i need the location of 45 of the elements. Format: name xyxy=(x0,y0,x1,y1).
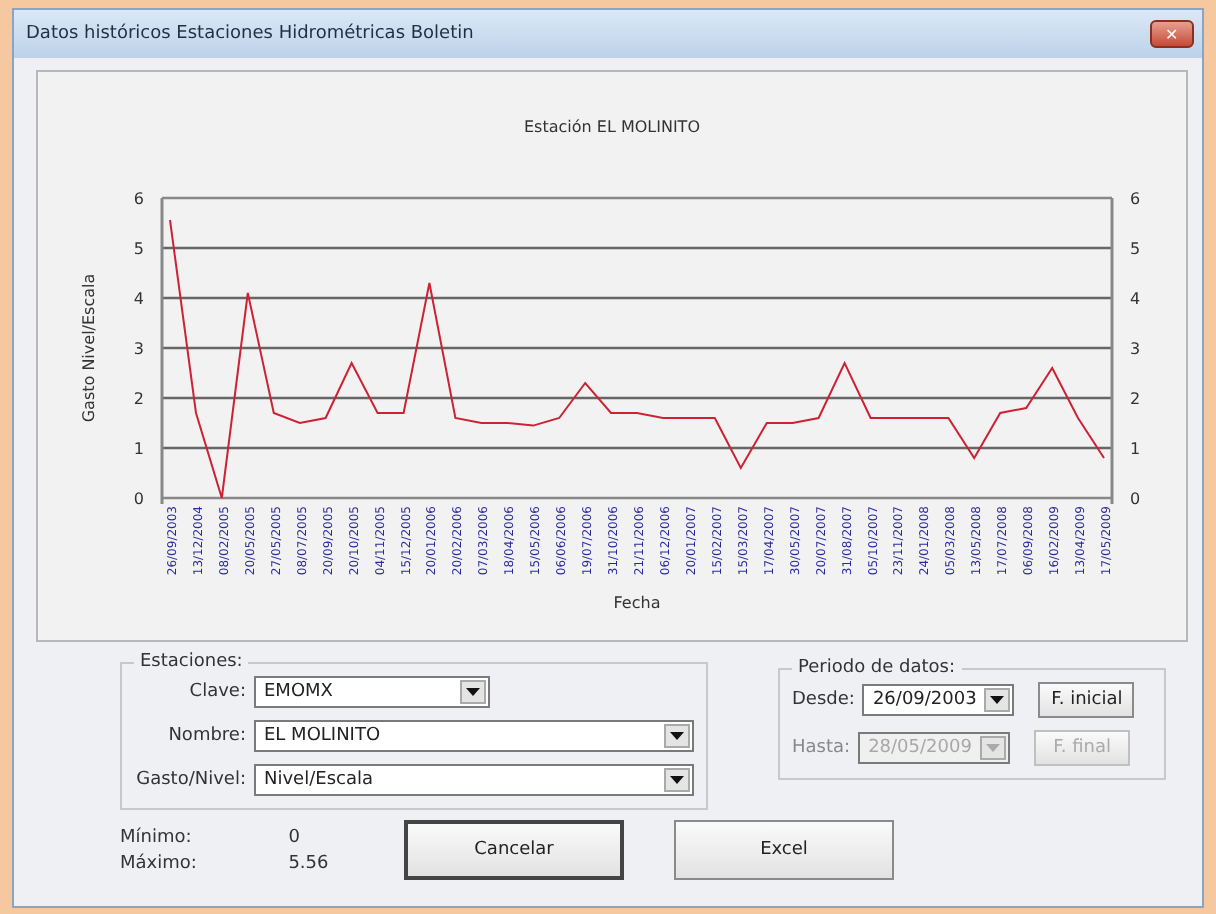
y-tick-label: 2 xyxy=(1130,390,1141,408)
field-label: Gasto/Nivel: xyxy=(134,770,246,790)
dropdown-field[interactable]: EMOMX xyxy=(254,676,490,708)
dropdown-field[interactable]: EL MOLINITO xyxy=(254,720,694,752)
field-label: Hasta: xyxy=(792,738,851,758)
combo-value: EL MOLINITO xyxy=(264,726,383,746)
y-tick-label: 1 xyxy=(133,440,144,458)
y-tick-label: 6 xyxy=(1130,190,1141,208)
group-title: Estaciones: xyxy=(138,652,245,672)
dropdown-icon[interactable] xyxy=(460,680,486,704)
dialog-button[interactable]: Excel xyxy=(674,820,894,880)
chart-title: Estación EL MOLINITO xyxy=(524,118,700,136)
stat-label: Mínimo: xyxy=(120,827,194,847)
dropdown-icon[interactable] xyxy=(984,688,1011,712)
y-tick-label: 2 xyxy=(133,390,144,408)
combo-value: Nivel/Escala xyxy=(264,770,375,790)
stat-value: 5.56 xyxy=(288,853,331,873)
date-field[interactable]: 26/09/2003 xyxy=(862,684,1015,716)
y-tick-label: 3 xyxy=(133,340,144,358)
combo-value: EMOMX xyxy=(264,682,335,702)
dropdown-icon[interactable] xyxy=(664,768,690,792)
y-tick-label: 0 xyxy=(133,490,144,508)
y-tick-label: 6 xyxy=(133,190,144,208)
y-tick-label: 0 xyxy=(1130,490,1141,508)
y-tick-label: 5 xyxy=(1130,240,1141,258)
y-tick-label: 1 xyxy=(1130,440,1141,458)
dialog-button[interactable]: Cancelar xyxy=(404,820,624,880)
date-button[interactable]: F. inicial xyxy=(1038,682,1135,718)
stat-value: 0 xyxy=(288,827,302,847)
combo-value: 26/09/2003 xyxy=(872,690,979,710)
group-title: Periodo de datos: xyxy=(796,658,958,678)
y-tick-label: 4 xyxy=(133,290,144,308)
field-label: Desde: xyxy=(792,690,855,710)
field-label: Clave: xyxy=(187,682,246,702)
window-title: Datos históricos Estaciones Hidrométricas Boletin xyxy=(26,24,476,44)
combo-value: 28/05/2009 xyxy=(868,738,974,758)
y-tick-label: 3 xyxy=(1130,340,1141,358)
y-tick-label: 5 xyxy=(133,240,144,258)
x-axis-label: Fecha xyxy=(613,594,661,612)
dropdown-field[interactable]: Nivel/Escala xyxy=(254,764,694,796)
y-tick-label: 4 xyxy=(1130,290,1141,308)
y-axis-label: Gasto Nivel/Escala xyxy=(80,273,98,423)
field-label: Nombre: xyxy=(166,726,246,746)
dropdown-icon[interactable] xyxy=(664,724,690,748)
stat-label: Máximo: xyxy=(120,853,199,873)
